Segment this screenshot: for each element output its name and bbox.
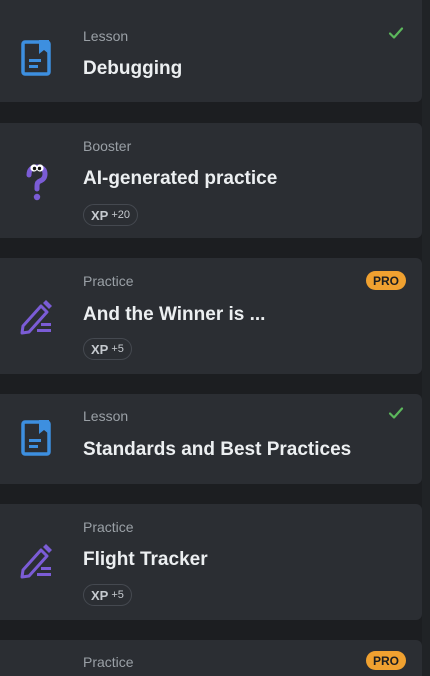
- xp-value: +5: [111, 589, 124, 601]
- xp-badge: XP +20: [83, 204, 139, 226]
- practice-card-winner[interactable]: Practice And the Winner is ... XP +5 PRO: [0, 258, 422, 374]
- practice-card-partial[interactable]: Practice PRO: [0, 640, 422, 676]
- card-type-label: Practice: [83, 273, 134, 289]
- practice-card-flight-tracker[interactable]: Practice Flight Tracker XP +5: [0, 504, 422, 620]
- pencil-icon: [17, 538, 57, 582]
- card-type-label: Practice: [83, 519, 134, 535]
- question-mark-icon: [17, 159, 57, 203]
- lesson-card-debugging[interactable]: Lesson Debugging: [0, 0, 422, 102]
- card-type-label: Practice: [83, 654, 134, 670]
- card-type-label: Lesson: [83, 28, 129, 44]
- xp-badge: XP +5: [83, 584, 132, 606]
- card-title: And the Winner is ...: [83, 304, 266, 325]
- lesson-icon: [17, 416, 57, 460]
- card-title: Flight Tracker: [83, 549, 208, 570]
- xp-value: +5: [111, 343, 124, 355]
- xp-value: +20: [111, 209, 131, 221]
- check-icon: [388, 407, 404, 419]
- pro-badge: PRO: [365, 651, 406, 670]
- booster-card-ai-practice[interactable]: Booster AI-generated practice XP +20: [0, 123, 422, 238]
- card-type-label: Booster: [83, 138, 132, 154]
- lesson-card-standards[interactable]: Lesson Standards and Best Practices: [0, 394, 422, 484]
- card-title: AI-generated practice: [83, 168, 278, 189]
- lesson-icon: [17, 36, 57, 80]
- pencil-icon: [17, 294, 57, 338]
- pro-badge: PRO: [365, 271, 406, 290]
- xp-label: XP: [91, 207, 109, 223]
- xp-badge: XP +5: [83, 338, 132, 360]
- check-icon: [388, 27, 404, 39]
- card-type-label: Lesson: [83, 408, 129, 424]
- scrollbar-track[interactable]: [422, 0, 430, 676]
- xp-label: XP: [91, 341, 109, 357]
- card-title: Debugging: [83, 58, 183, 79]
- card-title: Standards and Best Practices: [83, 439, 352, 460]
- xp-label: XP: [91, 587, 109, 603]
